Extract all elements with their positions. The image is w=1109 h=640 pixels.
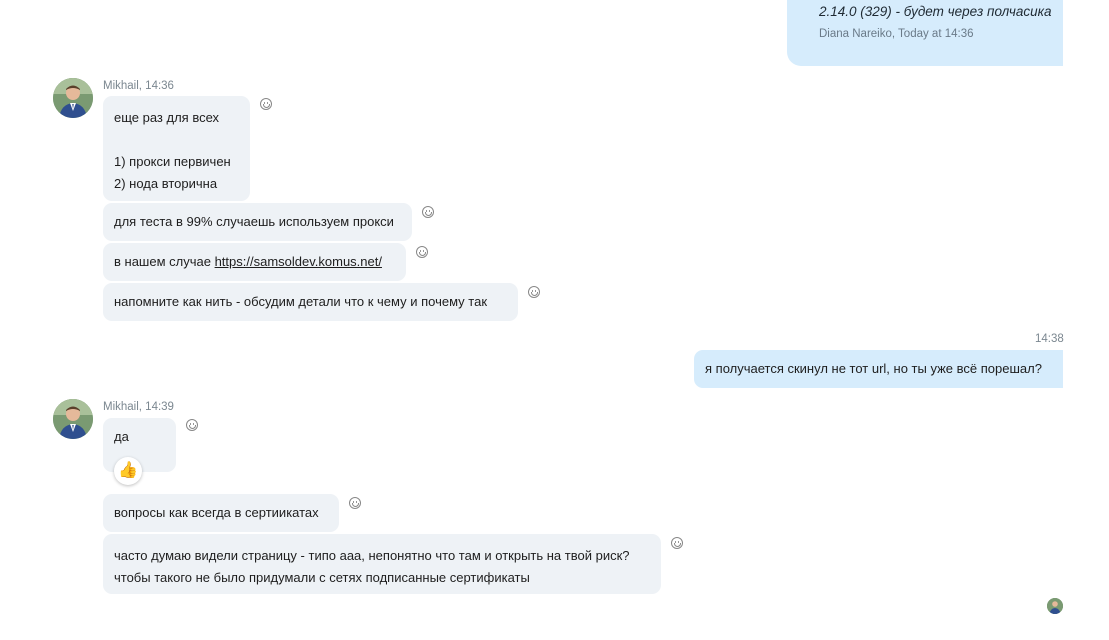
avatar-photo [53,399,93,439]
message-line: 2) нода вторична [114,176,218,191]
avatar-photo [53,78,93,118]
message-bubble[interactable]: напомните как нить - обсудим детали что … [103,283,518,321]
message-bubble[interactable]: для теста в 99% случаешь используем прок… [103,203,412,241]
add-reaction-icon[interactable] [260,98,272,110]
message-bubble[interactable]: вопросы как всегда в сертиикатах [103,494,339,532]
message-line: 1) прокси первичен [114,154,231,169]
add-reaction-icon[interactable] [416,246,428,258]
message-author-timestamp: Diana Nareiko, Today at 14:36 [819,28,974,40]
message-link[interactable]: https://samsoldev.komus.net/ [215,254,382,269]
avatar-photo [1047,598,1063,614]
message-bubble[interactable]: в нашем случае https://samsoldev.komus.n… [103,243,406,281]
add-reaction-icon[interactable] [422,206,434,218]
message-line [114,129,239,151]
message-line: часто думаю видели страницу - типо ааа, … [114,548,630,563]
thumbs-up-reaction-icon[interactable]: 👍 [114,457,142,485]
message-text: 2.14.0 (329) - будет через полчасика [819,4,1052,19]
message-bubble[interactable]: часто думаю видели страницу - типо ааа, … [103,534,661,594]
add-reaction-icon[interactable] [186,419,198,431]
add-reaction-icon[interactable] [528,286,540,298]
message-text: для теста в 99% случаешь используем прок… [114,214,394,229]
outgoing-message-bubble[interactable]: я получается скинул не тот url, но ты уж… [694,350,1063,388]
sender-name-time: Mikhail, 14:36 [103,80,174,92]
avatar[interactable] [53,399,93,439]
message-line: еще раз для всех [114,110,220,125]
message-line: чтобы такого не было придумали с сетях п… [114,570,530,585]
add-reaction-icon[interactable] [349,497,361,509]
message-text: напомните как нить - обсудим детали что … [114,294,488,309]
avatar[interactable] [53,78,93,118]
message-text-prefix: в нашем случае [114,254,215,269]
message-timestamp: 14:38 [1035,333,1064,345]
read-receipt-avatar [1047,598,1063,614]
message-text: я получается скинул не тот url, но ты уж… [705,361,1042,376]
outgoing-message-bubble[interactable]: 2.14.0 (329) - будет через полчасика Dia… [787,0,1063,66]
message-bubble[interactable]: еще раз для всех 1) прокси первичен 2) н… [103,96,250,201]
add-reaction-icon[interactable] [671,537,683,549]
chat-history: 2.14.0 (329) - будет через полчасика Dia… [0,0,1109,640]
sender-name-time: Mikhail, 14:39 [103,401,174,413]
message-text: да [114,429,129,444]
message-text: вопросы как всегда в сертиикатах [114,505,319,520]
